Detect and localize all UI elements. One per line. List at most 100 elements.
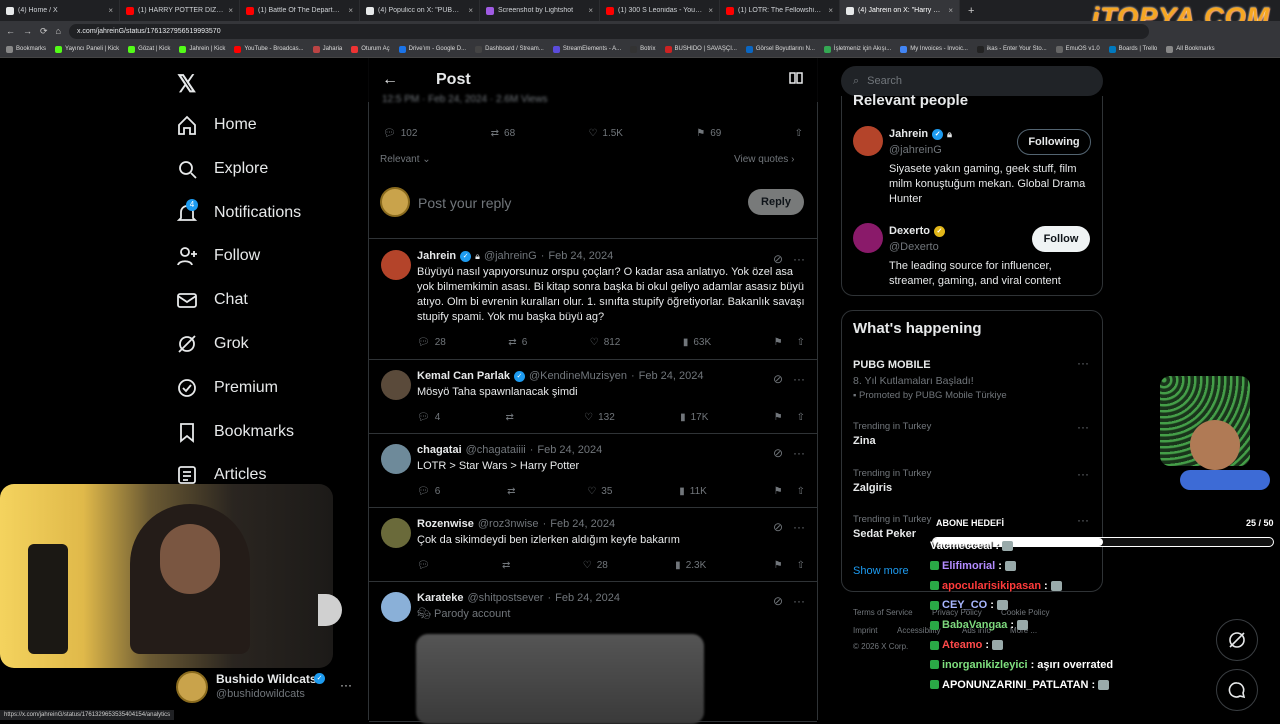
tweet-date[interactable]: Feb 24, 2024 [639,370,704,382]
tab-close-icon[interactable]: × [348,6,353,15]
author-name[interactable]: Kemal Can Parlak [417,370,510,382]
footer-link[interactable]: Imprint [853,626,877,635]
repost-action[interactable]: ⇄ [502,560,515,571]
share-icon[interactable]: ⇧ [795,128,803,139]
bookmark-item[interactable]: Bookmarks [6,45,46,53]
repost-stat[interactable]: ⇄ 68 [491,128,516,139]
avatar[interactable] [381,444,411,474]
grok-icon[interactable]: ⊘ [773,594,783,608]
account-avatar[interactable] [176,671,208,703]
bookmark-item[interactable]: ikas - Enter Your Sto... [976,45,1047,53]
more-icon[interactable]: ··· [793,252,805,266]
reply-action[interactable]: 💬︎ 6 [417,486,440,497]
trend-item[interactable]: Trending in Turkey Zina [853,421,931,447]
more-icon[interactable]: ··· [793,520,805,534]
nav-item-grok[interactable]: Grok [176,333,249,355]
repost-action[interactable]: ⇄ 6 [508,337,527,348]
url-field[interactable]: x.com/jahreinG/status/176132795651999357… [68,23,1149,39]
author-name[interactable]: chagatai [417,444,462,456]
bookmark-icon[interactable]: ⚑ [774,560,783,571]
grok-icon[interactable]: ⊘ [773,446,783,460]
bookmark-stat[interactable]: ⚑ 69 [696,128,721,139]
footer-link[interactable]: Cookie Policy [1001,608,1049,617]
author-name[interactable]: Karateke [417,592,463,604]
messages-float-button[interactable] [1216,669,1258,711]
tab-close-icon[interactable]: × [828,6,833,15]
tweet-date[interactable]: Feb 24, 2024 [555,592,620,604]
repost-action[interactable]: ⇄ [506,412,519,423]
new-tab-icon[interactable]: + [960,5,982,17]
forward-icon[interactable]: → [23,26,32,36]
bookmark-item[interactable]: YouTube - Broadcas... [234,45,304,53]
reply-input[interactable]: Post your reply [418,195,511,211]
reply-tweet[interactable]: ⊘ ··· Rozenwise @roz3nwise · Feb 24, 2024… [369,508,817,582]
home-icon[interactable]: ⌂ [56,26,61,36]
author-handle[interactable]: @shitpostsever [467,592,543,604]
reply-tweet[interactable]: ⊘ ··· Jahrein ✓ 🔒︎ @jahreinG · Feb 24, 2024… [369,240,817,360]
more-icon[interactable]: ··· [793,594,805,608]
trend-item[interactable]: PUBG MOBILE 8. Yıl Kutlamaları Başladı! … [853,356,1007,401]
trend-more-icon[interactable]: ··· [1077,356,1089,370]
bookmark-item[interactable]: EmuOS v1.0 [1055,45,1100,53]
account-menu-icon[interactable]: ··· [340,678,352,692]
tab-close-icon[interactable]: × [588,6,593,15]
footer-link[interactable]: Terms of Service [853,608,913,617]
avatar[interactable] [381,370,411,400]
like-action[interactable]: ♡ 35 [587,486,612,497]
view-quotes-link[interactable]: View quotes › [734,154,794,165]
person-name[interactable]: Dexerto [889,225,930,237]
reply-action[interactable]: 💬︎ [417,560,435,571]
bookmark-item[interactable]: My Invoices - Invoic... [900,45,968,53]
tweet-media[interactable] [416,634,704,724]
tweet-date[interactable]: Feb 24, 2024 [550,518,615,530]
avatar[interactable] [381,250,411,280]
bookmark-item[interactable]: StreamElements - A... [552,45,621,53]
like-action[interactable]: ♡ 132 [584,412,615,423]
like-action[interactable]: ♡ 28 [583,560,608,571]
x-logo-icon[interactable]: 𝕏 [177,70,196,99]
reply-tweet[interactable]: ⊘ ··· Kemal Can Parlak ✓ @KendineMuzisyen … [369,360,817,434]
bookmark-item[interactable]: Jahrein | Kick [179,45,225,53]
grok-icon[interactable]: ⊘ [773,520,783,534]
grok-icon[interactable]: ⊘ [773,372,783,386]
reply-action[interactable]: 💬︎ 28 [417,337,446,348]
nav-item-chat[interactable]: Chat [176,289,248,311]
more-icon[interactable]: ··· [793,372,805,386]
back-icon[interactable]: ← [6,26,15,36]
tab-close-icon[interactable]: × [708,6,713,15]
bookmark-item[interactable]: Dashboard / Stream... [475,45,544,53]
bookmark-icon[interactable]: ⚑ [774,412,783,423]
tweet-date[interactable]: Feb 24, 2024 [548,250,613,262]
like-action[interactable]: ♡ 812 [590,337,621,348]
tab-close-icon[interactable]: × [468,6,473,15]
reply-action[interactable]: 💬︎ 4 [417,412,440,423]
tweet-date[interactable]: Feb 24, 2024 [537,444,602,456]
repost-action[interactable]: ⇄ [507,486,520,497]
nav-item-explore[interactable]: Explore [176,158,268,180]
author-handle[interactable]: @jahreinG [484,250,537,262]
bookmark-item[interactable]: Botrix [630,45,656,53]
bookmark-item[interactable]: İşletmeniz için Akışı... [823,45,891,53]
reply-stat[interactable]: 💬︎ 102 [383,128,417,139]
reply-tweet[interactable]: ⊘ ··· chagatai @chagataiiii · Feb 24, 202… [369,434,817,508]
tab-close-icon[interactable]: × [228,6,233,15]
sort-dropdown[interactable]: Relevant ⌄ [380,154,431,165]
bookmark-item[interactable]: Jaharia [312,45,342,53]
show-more-link[interactable]: Show more [853,565,909,577]
views-action[interactable]: ▮ 63K [683,337,711,348]
following-button[interactable]: Following [1017,129,1091,155]
bookmark-item[interactable]: BUSHIDO | SAVAŞÇI... [664,45,737,53]
nav-item-follow[interactable]: Follow [176,245,260,267]
trend-item[interactable]: Trending in Turkey Zalgiris [853,468,931,494]
trend-more-icon[interactable]: ··· [1077,513,1089,527]
trend-item[interactable]: Trending in Turkey Sedat Peker [853,514,931,540]
grok-float-button[interactable] [1216,619,1258,661]
author-handle[interactable]: @roz3nwise [478,518,539,530]
like-stat[interactable]: ♡ 1.5K [588,128,623,139]
browser-tab[interactable]: (1) LOTR: The Fellowship of the Ri × [720,0,840,21]
nav-item-premium[interactable]: Premium [176,377,278,399]
bookmark-icon[interactable]: ⚑ [774,337,783,348]
grok-icon[interactable]: ⊘ [773,252,783,266]
follow-button[interactable]: Follow [1032,226,1090,252]
more-icon[interactable]: ··· [793,446,805,460]
